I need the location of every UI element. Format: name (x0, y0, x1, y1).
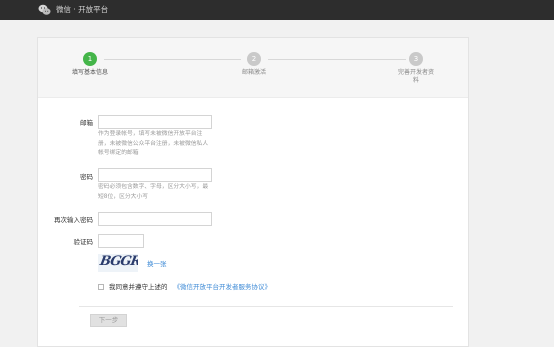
step-connector (104, 59, 241, 60)
confirm-password-label: 再次输入密码 (54, 216, 93, 224)
step-1: 1 填写基本信息 (60, 52, 120, 77)
email-hint: 作为登录帐号，填写未被微信开放平台注册，未被微信公众平台注册，未被微信私人帐号绑… (98, 131, 209, 156)
brand[interactable]: 微信 · 开放平台 (38, 3, 108, 17)
step-label: 邮箱激活 (241, 69, 266, 76)
agreement-checkbox[interactable] (98, 284, 104, 290)
captcha-image[interactable]: BGGR (98, 254, 138, 272)
step-label: 填写基本信息 (71, 69, 108, 76)
captcha-label: 验证码 (73, 238, 94, 246)
registration-card: 1 填写基本信息 2 邮箱激活 3 完善开发者资料 邮箱 作为登录帐号，填写未被… (37, 37, 469, 347)
brand-title: 微信 · 开放平台 (56, 5, 109, 14)
captcha-input[interactable] (98, 234, 144, 248)
email-label: 邮箱 (80, 119, 93, 127)
step-number: 3 (409, 52, 423, 66)
next-button[interactable]: 下一步 (90, 314, 127, 327)
confirm-password-input[interactable] (98, 212, 212, 226)
captcha-text: BGGR (98, 254, 138, 269)
wechat-icon (38, 4, 51, 15)
step-number: 2 (247, 52, 261, 66)
agreement-text: 我同意并遵守上述的 (109, 283, 168, 291)
password-input[interactable] (98, 168, 212, 182)
top-navigation-bar: 微信 · 开放平台 (0, 0, 554, 20)
password-hint: 密码必须包含数字、字母，区分大小写，最短8位，区分大小写 (98, 184, 209, 200)
refresh-captcha-link[interactable]: 换一张 (147, 260, 167, 268)
password-label: 密码 (80, 173, 93, 181)
step-3: 3 完善开发者资料 (386, 52, 446, 85)
step-2: 2 邮箱激活 (224, 52, 284, 77)
step-label: 完善开发者资料 (397, 69, 434, 84)
email-input[interactable] (98, 115, 212, 129)
agreement-link[interactable]: 《微信开放平台开发者服务协议》 (174, 283, 272, 291)
agreement-row: 我同意并遵守上述的 《微信开放平台开发者服务协议》 (98, 283, 271, 291)
form-divider (79, 306, 453, 307)
progress-steps: 1 填写基本信息 2 邮箱激活 3 完善开发者资料 (38, 38, 468, 98)
step-number: 1 (83, 52, 97, 66)
